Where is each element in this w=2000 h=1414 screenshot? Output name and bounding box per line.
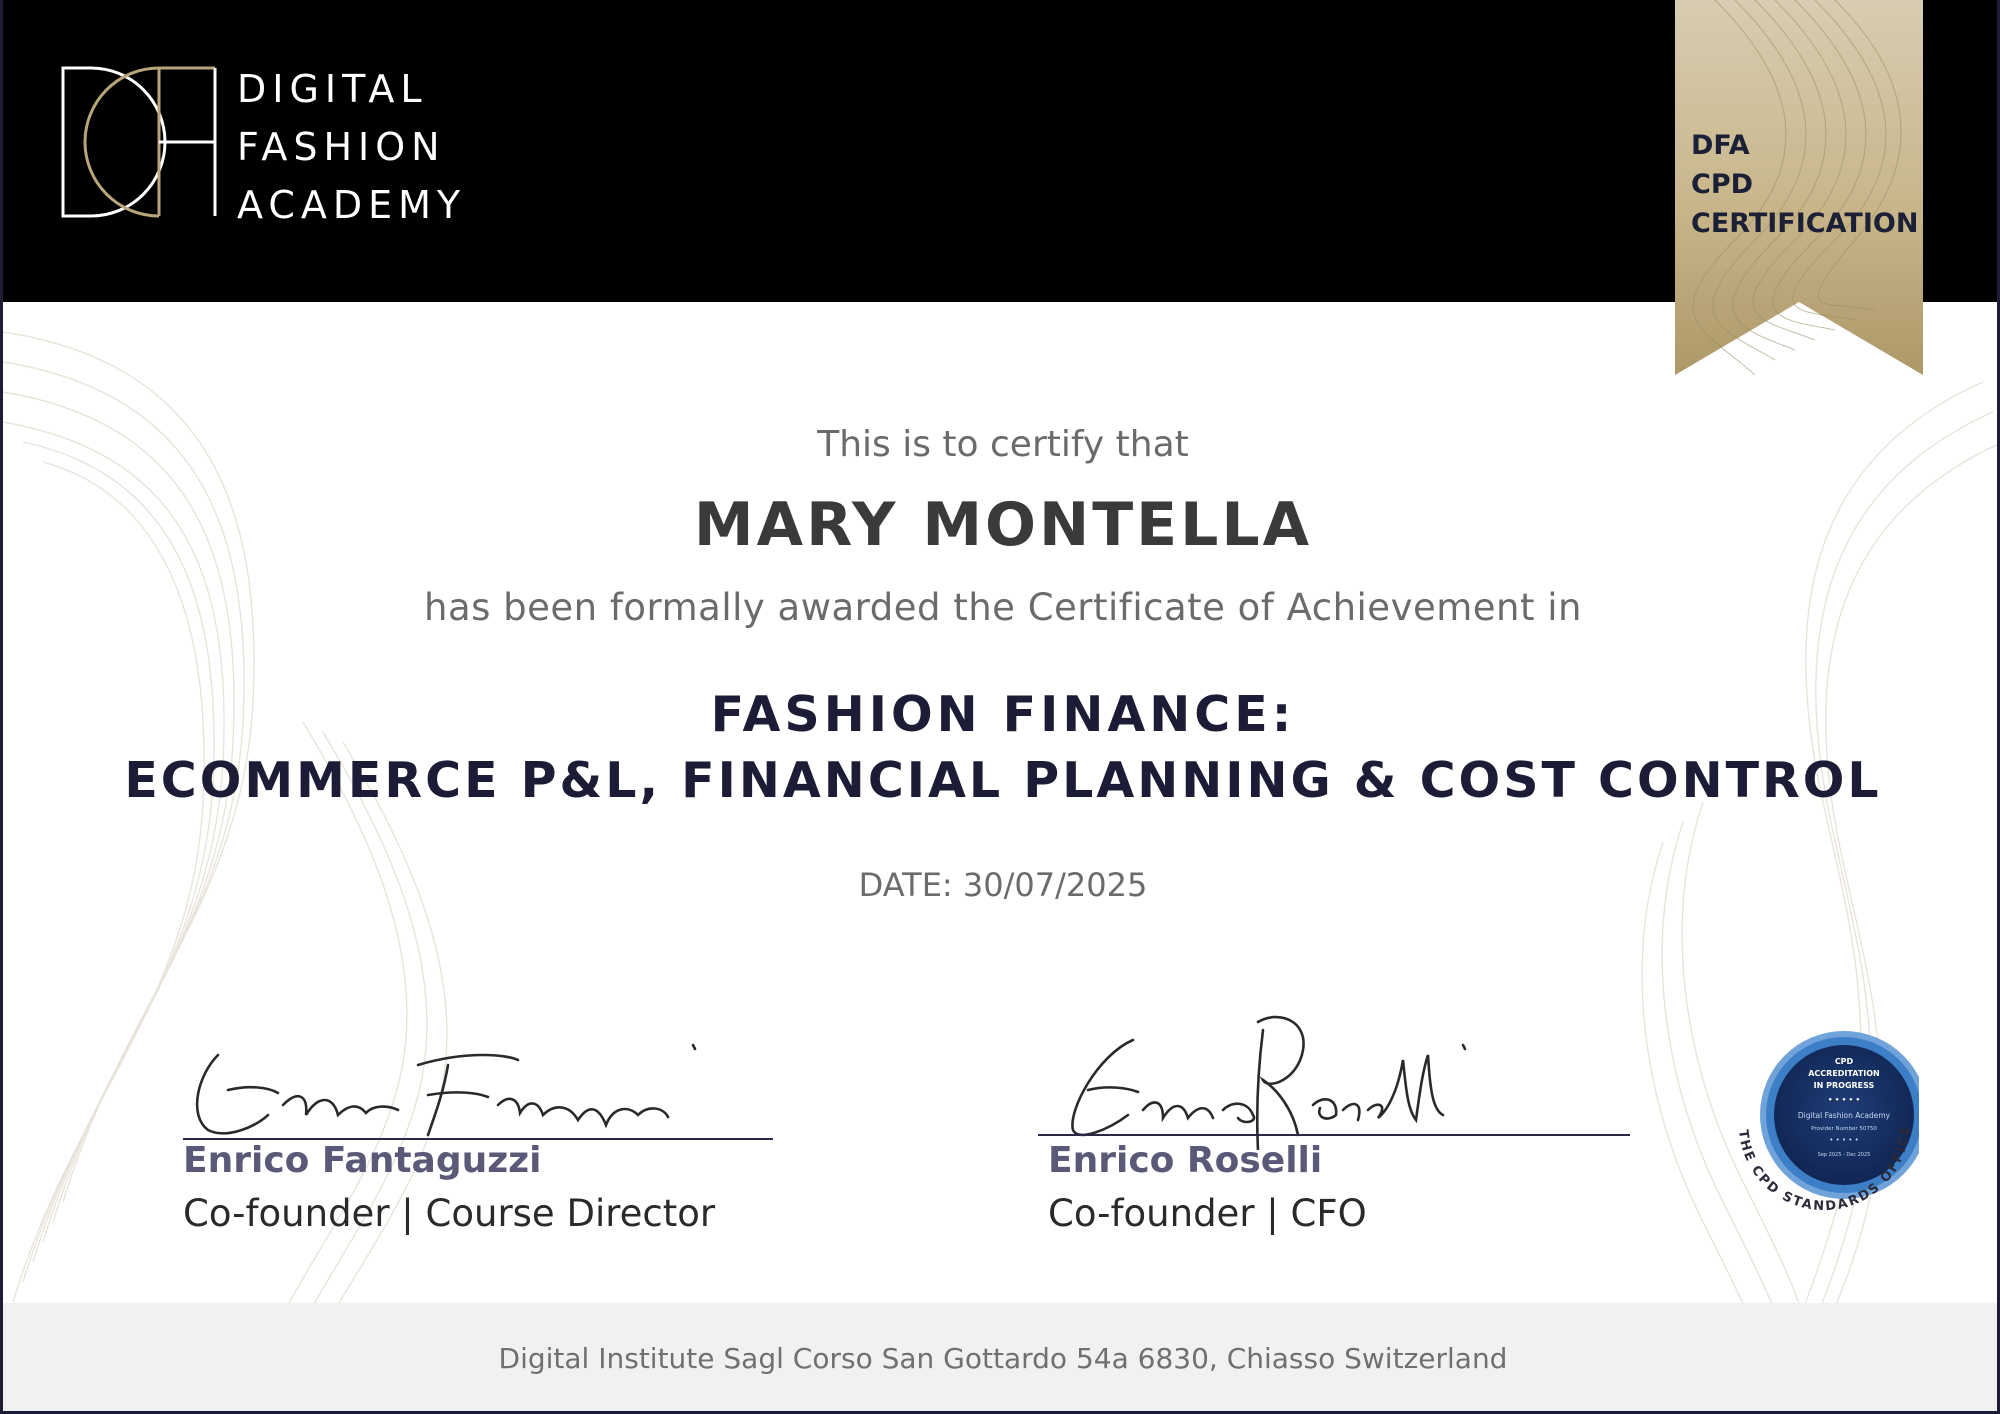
- certificate-page: DIGITAL FASHION ACADEMY DFA CPD CERTIFIC…: [0, 0, 2000, 1414]
- signature-image-2: [1071, 1015, 1467, 1150]
- dfa-logo-icon: [61, 66, 217, 218]
- signatory-name-1: Enrico Fantaguzzi: [183, 1140, 542, 1181]
- recipient-name: MARY MONTELLA: [693, 490, 1313, 560]
- seal-line-2: ACCREDITATION: [1808, 1069, 1880, 1078]
- brand-line-3: ACADEMY: [237, 183, 467, 227]
- certify-intro: This is to certify that: [817, 424, 1189, 465]
- signatory-name-2: Enrico Roselli: [1048, 1140, 1323, 1181]
- background-wave-pattern: [3, 331, 1997, 1411]
- course-title-line-1: FASHION FINANCE:: [710, 686, 1296, 743]
- signature-line-2: [1038, 1134, 1630, 1136]
- cpd-accreditation-seal-icon: CPD ACCREDITATION IN PROGRESS • • • • • …: [1735, 1031, 1919, 1214]
- ribbon-line-2: CPD: [1691, 169, 1754, 200]
- brand-line-1: DIGITAL: [237, 67, 428, 111]
- seal-line-3: IN PROGRESS: [1814, 1081, 1875, 1090]
- course-title-line-2: ECOMMERCE P&L, FINANCIAL PLANNING & COST…: [124, 752, 1882, 809]
- svg-text:• • • • •: • • • • •: [1828, 1096, 1860, 1104]
- brand-line-2: FASHION: [237, 125, 446, 169]
- brand-wordmark: DIGITAL FASHION ACADEMY: [237, 60, 466, 234]
- footer-address: Digital Institute Sagl Corso San Gottard…: [498, 1342, 1508, 1375]
- ribbon-line-1: DFA: [1691, 130, 1750, 161]
- seal-provider-number: Provider Number 50750: [1811, 1126, 1877, 1132]
- seal-provider: Digital Fashion Academy: [1798, 1111, 1891, 1120]
- signatory-role-1: Co-founder | Course Director: [183, 1192, 716, 1235]
- svg-text:• • • • •: • • • • •: [1829, 1136, 1859, 1144]
- seal-line-1: CPD: [1835, 1057, 1854, 1066]
- ribbon-line-3: CERTIFICATION: [1691, 208, 1919, 239]
- seal-period: Sep 2025 - Dec 2025: [1818, 1152, 1871, 1158]
- signature-image-1: [195, 1043, 697, 1137]
- ribbon-label: DFA CPD CERTIFICATION: [1691, 126, 1918, 243]
- awarded-statement: has been formally awarded the Certificat…: [424, 586, 1582, 629]
- signatory-role-2: Co-founder | CFO: [1048, 1192, 1367, 1235]
- award-date: DATE: 30/07/2025: [858, 866, 1148, 904]
